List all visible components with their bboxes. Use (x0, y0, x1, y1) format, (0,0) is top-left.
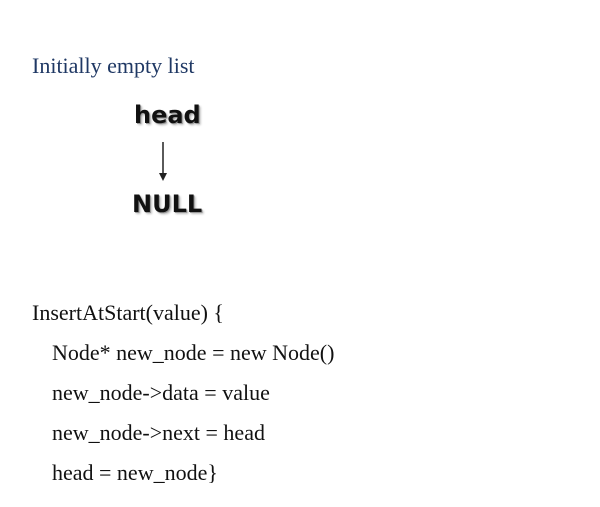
code-line-set-next: new_node->next = head (52, 420, 265, 445)
arrow-down-icon (159, 142, 167, 181)
code-line-signature: InsertAtStart(value) { (32, 300, 224, 325)
code-line-set-head: head = new_node} (52, 460, 218, 485)
diagram-caption: Initially empty list (32, 53, 195, 78)
code-block: InsertAtStart(value) { Node* new_node = … (32, 296, 334, 496)
null-label: NULL (132, 190, 203, 218)
code-line-new-node: Node* new_node = new Node() (52, 340, 335, 365)
head-pointer-label: head (134, 101, 201, 129)
code-line-set-data: new_node->data = value (52, 380, 270, 405)
